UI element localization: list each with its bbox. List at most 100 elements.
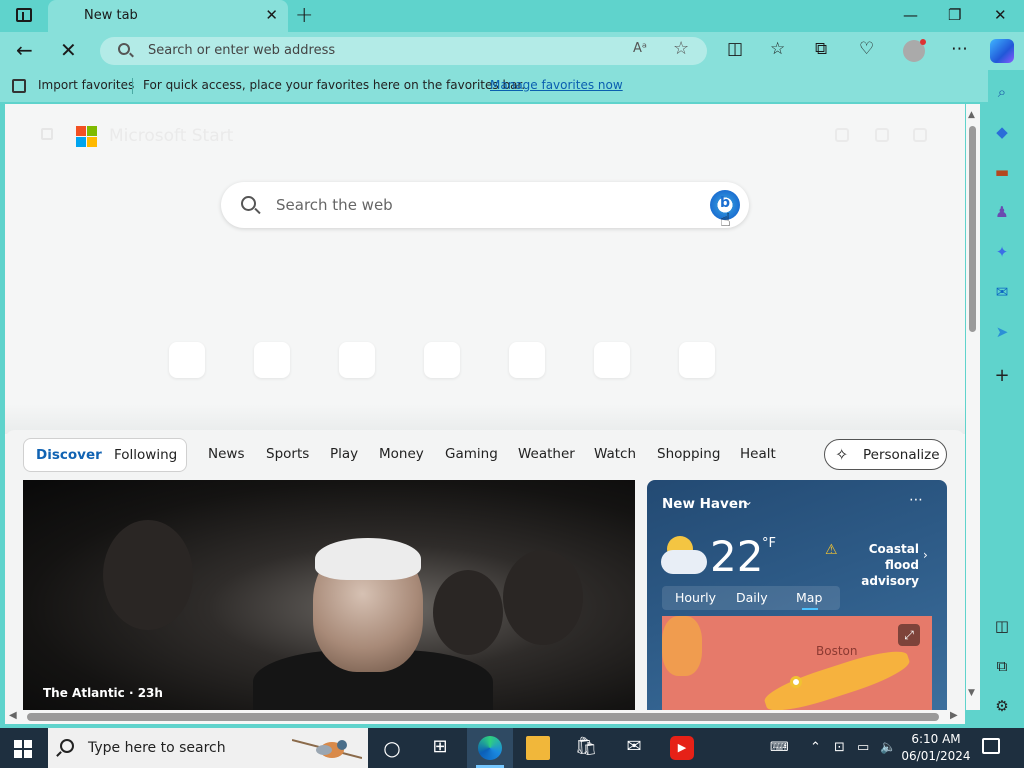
tab-new-tab[interactable]: New tab ✕ — [48, 0, 288, 32]
app-launcher-icon[interactable] — [41, 128, 53, 140]
quick-link-tile[interactable] — [169, 342, 205, 378]
background-figure — [433, 570, 503, 655]
file-explorer-icon[interactable] — [526, 736, 550, 760]
volume-muted-icon[interactable]: 🔈 — [880, 740, 896, 755]
stop-loading-icon[interactable]: ✕ — [60, 38, 77, 62]
vertical-scroll-thumb[interactable] — [969, 126, 976, 332]
toolbox-icon[interactable]: ▬ — [992, 162, 1012, 182]
minimize-icon[interactable]: — — [903, 6, 918, 24]
category-shopping[interactable]: Shopping — [657, 446, 720, 462]
weather-card[interactable]: New Haven ⌄ ⋯ 22 °F ⚠ Coastal flood advi… — [647, 480, 947, 710]
telegram-icon[interactable]: ➤ — [992, 322, 1012, 342]
brand-wordmark: Microsoft Start — [109, 126, 234, 146]
store-icon[interactable]: 🛍 — [574, 736, 598, 760]
cortana-icon[interactable]: ○ — [380, 736, 404, 760]
scroll-left-icon[interactable]: ◀ — [9, 710, 17, 721]
copilot-icon[interactable]: ✦ — [992, 242, 1012, 262]
action-center-icon[interactable] — [982, 738, 1000, 754]
quick-link-tile[interactable] — [594, 342, 630, 378]
quick-link-tile[interactable] — [679, 342, 715, 378]
vertical-scrollbar[interactable]: ▲ ▼ — [966, 104, 980, 710]
quick-link-tile[interactable] — [339, 342, 375, 378]
system-clock[interactable]: 6:10 AM 06/01/2024 — [900, 731, 972, 765]
address-placeholder[interactable]: Search or enter web address — [148, 43, 335, 58]
chevron-right-icon[interactable]: › — [923, 548, 928, 562]
weather-location[interactable]: New Haven — [662, 496, 748, 512]
category-news[interactable]: News — [208, 446, 244, 462]
task-view-icon[interactable]: ⊞ — [428, 736, 452, 760]
top-story-card[interactable]: The Atlantic · 23h — [23, 480, 635, 710]
more-menu-icon[interactable]: ⋯ — [951, 39, 968, 59]
weather-alert[interactable]: Coastal flood advisory — [843, 541, 919, 589]
page-settings-icon[interactable] — [913, 128, 927, 142]
close-window-icon[interactable]: ✕ — [994, 6, 1007, 24]
chevron-down-icon[interactable]: ⌄ — [743, 494, 753, 508]
favorites-icon[interactable]: ☆ — [770, 39, 785, 59]
games-icon[interactable]: ♟ — [992, 202, 1012, 222]
collections-icon[interactable]: ⧉ — [815, 39, 827, 59]
search-icon[interactable]: ⌕ — [992, 82, 1012, 102]
tab-map[interactable]: Map — [796, 590, 822, 605]
network-icon[interactable]: ▭ — [857, 740, 869, 755]
pill-following[interactable]: Following — [114, 447, 177, 463]
web-search-placeholder[interactable]: Search the web — [276, 196, 393, 214]
add-icon[interactable]: + — [992, 366, 1012, 386]
web-search-box[interactable]: Search the web b — [221, 182, 749, 228]
personalize-button[interactable]: ✧ Personalize — [824, 439, 947, 470]
favorites-bar: Import favorites For quick access, place… — [0, 70, 988, 102]
settings-icon[interactable]: ⚙ — [992, 696, 1012, 716]
category-gaming[interactable]: Gaming — [445, 446, 498, 462]
category-weather[interactable]: Weather — [518, 446, 575, 462]
copilot-icon[interactable] — [990, 39, 1014, 63]
open-external-icon[interactable]: ⧉ — [992, 656, 1012, 676]
horizontal-scrollbar[interactable]: ◀ ▶ — [5, 710, 965, 724]
split-panel-icon[interactable]: ◫ — [992, 616, 1012, 636]
quick-link-tile[interactable] — [254, 342, 290, 378]
browser-essentials-icon[interactable]: ♡ — [859, 39, 874, 59]
tab-actions-icon[interactable] — [16, 8, 32, 22]
more-options-icon[interactable]: ⋯ — [909, 492, 923, 508]
category-play[interactable]: Play — [330, 446, 358, 462]
quick-link-tile[interactable] — [509, 342, 545, 378]
outlook-icon[interactable]: ✉ — [992, 282, 1012, 302]
category-watch[interactable]: Watch — [594, 446, 636, 462]
windows-start-icon[interactable] — [14, 740, 32, 758]
import-icon[interactable] — [12, 79, 26, 93]
feed-toggle: Discover Following — [23, 438, 187, 472]
favorites-divider — [132, 78, 133, 94]
category-health[interactable]: Healt — [740, 446, 776, 462]
category-sports[interactable]: Sports — [266, 446, 309, 462]
add-favorite-star-icon[interactable]: ☆ — [673, 38, 689, 59]
scroll-down-icon[interactable]: ▼ — [968, 688, 975, 698]
manage-favorites-link[interactable]: Manage favorites now — [490, 78, 623, 92]
scroll-right-icon[interactable]: ▶ — [950, 710, 958, 721]
category-money[interactable]: Money — [379, 446, 424, 462]
edge-icon[interactable] — [478, 736, 502, 760]
tab-close-icon[interactable]: ✕ — [265, 6, 278, 24]
quick-link-tile[interactable] — [424, 342, 460, 378]
meet-now-icon[interactable]: ⊡ — [834, 740, 845, 755]
scroll-up-icon[interactable]: ▲ — [968, 110, 975, 120]
tab-hourly[interactable]: Hourly — [675, 590, 716, 605]
address-bar[interactable]: Search or enter web address Aᵃ ☆ — [100, 37, 707, 65]
layout-icon[interactable] — [875, 128, 889, 142]
taskbar-search-placeholder[interactable]: Type here to search — [88, 740, 226, 756]
shopping-tag-icon[interactable]: ◆ — [992, 122, 1012, 142]
horizontal-scroll-thumb[interactable] — [27, 713, 939, 721]
keyboard-icon[interactable]: ⌨ — [770, 740, 789, 755]
taskbar-search[interactable]: Type here to search — [48, 728, 368, 768]
rewards-icon[interactable] — [835, 128, 849, 142]
pill-discover[interactable]: Discover — [36, 447, 102, 463]
mail-icon[interactable]: ✉ — [622, 736, 646, 760]
split-screen-icon[interactable]: ◫ — [727, 39, 743, 59]
weather-map[interactable]: Boston ⤢ — [662, 616, 932, 710]
restore-icon[interactable]: ❐ — [948, 6, 961, 24]
show-hidden-icons-icon[interactable]: ⌃ — [810, 740, 821, 755]
expand-icon[interactable]: ⤢ — [898, 624, 920, 646]
import-favorites-button[interactable]: Import favorites — [38, 78, 134, 92]
new-tab-icon[interactable]: + — [295, 3, 313, 28]
tab-daily[interactable]: Daily — [736, 590, 768, 605]
read-aloud-icon[interactable]: Aᵃ — [633, 41, 647, 56]
back-arrow-icon[interactable]: ← — [16, 38, 33, 62]
youtube-icon[interactable]: ▶ — [670, 736, 694, 760]
